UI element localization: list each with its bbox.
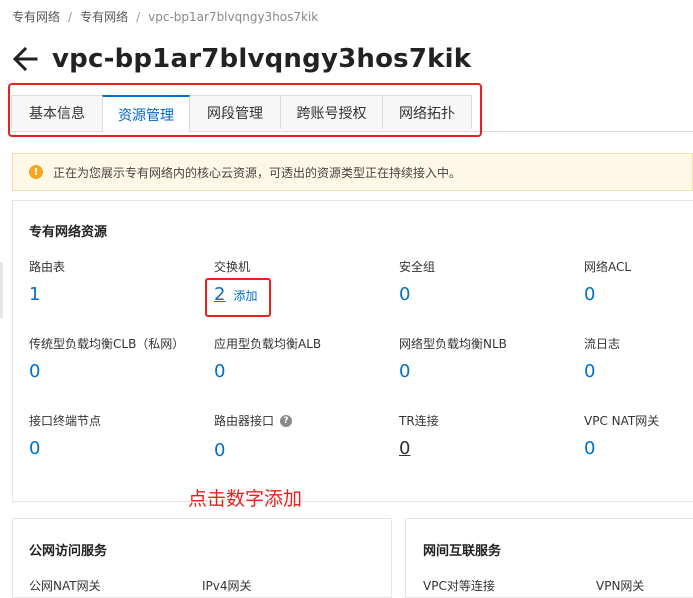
nlb-count[interactable]: 0 bbox=[399, 361, 410, 382]
side-scroll-handle[interactable] bbox=[0, 262, 3, 318]
nlb-label: 网络型负载均衡NLB bbox=[399, 337, 507, 351]
vpc-nat-gateway-label: VPC NAT网关 bbox=[584, 414, 660, 428]
security-group-count[interactable]: 0 bbox=[399, 284, 410, 305]
breadcrumb-separator: / bbox=[68, 9, 73, 24]
vpc-nat-gateway-count[interactable]: 0 bbox=[584, 438, 595, 459]
tr-attachment-count[interactable]: 0 bbox=[399, 438, 410, 459]
warning-icon: ! bbox=[29, 165, 43, 179]
router-interface-label: 路由器接口 ? bbox=[214, 412, 293, 429]
router-interface-count[interactable]: 0 bbox=[214, 440, 225, 461]
endpoint-label: 接口终端节点 bbox=[29, 414, 102, 428]
network-acl-count[interactable]: 0 bbox=[584, 284, 595, 305]
annotation-text: 点击数字添加 bbox=[188, 488, 303, 510]
page-title: vpc-bp1ar7blvqngy3hos7kik bbox=[52, 44, 472, 74]
endpoint-count[interactable]: 0 bbox=[29, 438, 40, 459]
ipv4-gateway-label: IPv4网关 bbox=[202, 579, 252, 593]
route-table-label: 路由表 bbox=[29, 260, 66, 274]
flow-log-count[interactable]: 0 bbox=[584, 361, 595, 382]
vswitch-label: 交换机 bbox=[214, 260, 251, 274]
public-nat-gateway-label: 公网NAT网关 bbox=[29, 579, 101, 593]
notice-banner: ! 正在为您展示专有网络内的核心云资源，可透出的资源类型正在持续接入中。 bbox=[12, 153, 693, 191]
tr-attachment-label: TR连接 bbox=[399, 414, 439, 428]
router-interface-label-text: 路由器接口 bbox=[214, 414, 275, 428]
page-header: vpc-bp1ar7blvqngy3hos7kik bbox=[12, 44, 471, 74]
security-group-label: 安全组 bbox=[399, 260, 436, 274]
public-access-title: 公网访问服务 bbox=[29, 544, 108, 559]
route-table-count[interactable]: 1 bbox=[29, 284, 40, 305]
back-arrow-icon[interactable] bbox=[12, 44, 38, 74]
breadcrumb-item-vpc-list[interactable]: 专有网络 bbox=[80, 8, 128, 25]
tabs-highlight-box bbox=[8, 83, 482, 137]
alb-count[interactable]: 0 bbox=[214, 361, 225, 382]
breadcrumb-item-vpc[interactable]: 专有网络 bbox=[12, 8, 60, 25]
clb-count[interactable]: 0 bbox=[29, 361, 40, 382]
vpn-gateway-label: VPN网关 bbox=[596, 579, 645, 593]
vswitch-highlight-box bbox=[205, 278, 271, 317]
question-icon[interactable]: ? bbox=[280, 414, 293, 427]
breadcrumb-current: vpc-bp1ar7blvqngy3hos7kik bbox=[148, 9, 319, 24]
alb-label: 应用型负载均衡ALB bbox=[214, 337, 322, 351]
notice-text: 正在为您展示专有网络内的核心云资源，可透出的资源类型正在持续接入中。 bbox=[53, 165, 462, 180]
section-title: 专有网络资源 bbox=[29, 225, 108, 240]
breadcrumb: 专有网络 / 专有网络 / vpc-bp1ar7blvqngy3hos7kik bbox=[12, 8, 318, 25]
interconnect-title: 网间互联服务 bbox=[423, 544, 502, 559]
vpc-peering-label: VPC对等连接 bbox=[423, 579, 495, 593]
flow-log-label: 流日志 bbox=[584, 337, 621, 351]
clb-label: 传统型负载均衡CLB（私网） bbox=[29, 337, 185, 351]
breadcrumb-separator: / bbox=[136, 9, 141, 24]
network-acl-label: 网络ACL bbox=[584, 260, 632, 274]
